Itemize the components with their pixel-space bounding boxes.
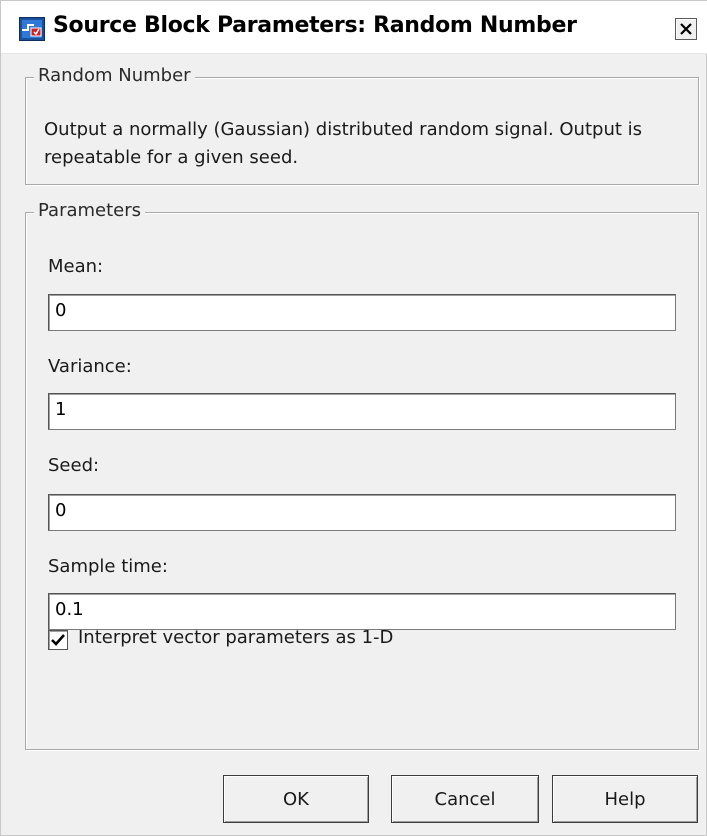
parameters-group-legend: Parameters <box>34 200 146 221</box>
block-description: Output a normally (Gaussian) distributed… <box>44 119 643 168</box>
simulink-block-icon <box>19 17 45 41</box>
cancel-button[interactable]: Cancel <box>391 775 539 823</box>
parameters-groupbox: Parameters Mean: 0 Variance: 1 Seed: 0 S… <box>25 200 699 750</box>
checkmark-icon <box>51 634 65 646</box>
close-button[interactable] <box>675 18 697 40</box>
description-groupbox: Random Number Output a normally (Gaussia… <box>25 65 699 185</box>
ok-button[interactable]: OK <box>223 775 369 823</box>
variance-label: Variance: <box>48 356 132 377</box>
mean-label: Mean: <box>48 256 104 277</box>
interpret-vector-checkbox[interactable] <box>48 630 68 650</box>
close-icon <box>680 23 692 35</box>
seed-label: Seed: <box>48 455 100 476</box>
mean-input[interactable]: 0 <box>48 294 676 331</box>
variance-input[interactable]: 1 <box>48 393 676 430</box>
interpret-vector-label[interactable]: Interpret vector parameters as 1-D <box>78 627 393 648</box>
dialog-window: Source Block Parameters: Random Number R… <box>0 0 707 836</box>
window-title: Source Block Parameters: Random Number <box>53 13 577 38</box>
seed-input[interactable]: 0 <box>48 494 676 531</box>
sample-time-label: Sample time: <box>48 556 168 577</box>
sample-time-input[interactable]: 0.1 <box>48 593 676 630</box>
help-button[interactable]: Help <box>552 775 698 823</box>
description-group-legend: Random Number <box>34 65 195 86</box>
title-bar[interactable]: Source Block Parameters: Random Number <box>1 1 707 54</box>
